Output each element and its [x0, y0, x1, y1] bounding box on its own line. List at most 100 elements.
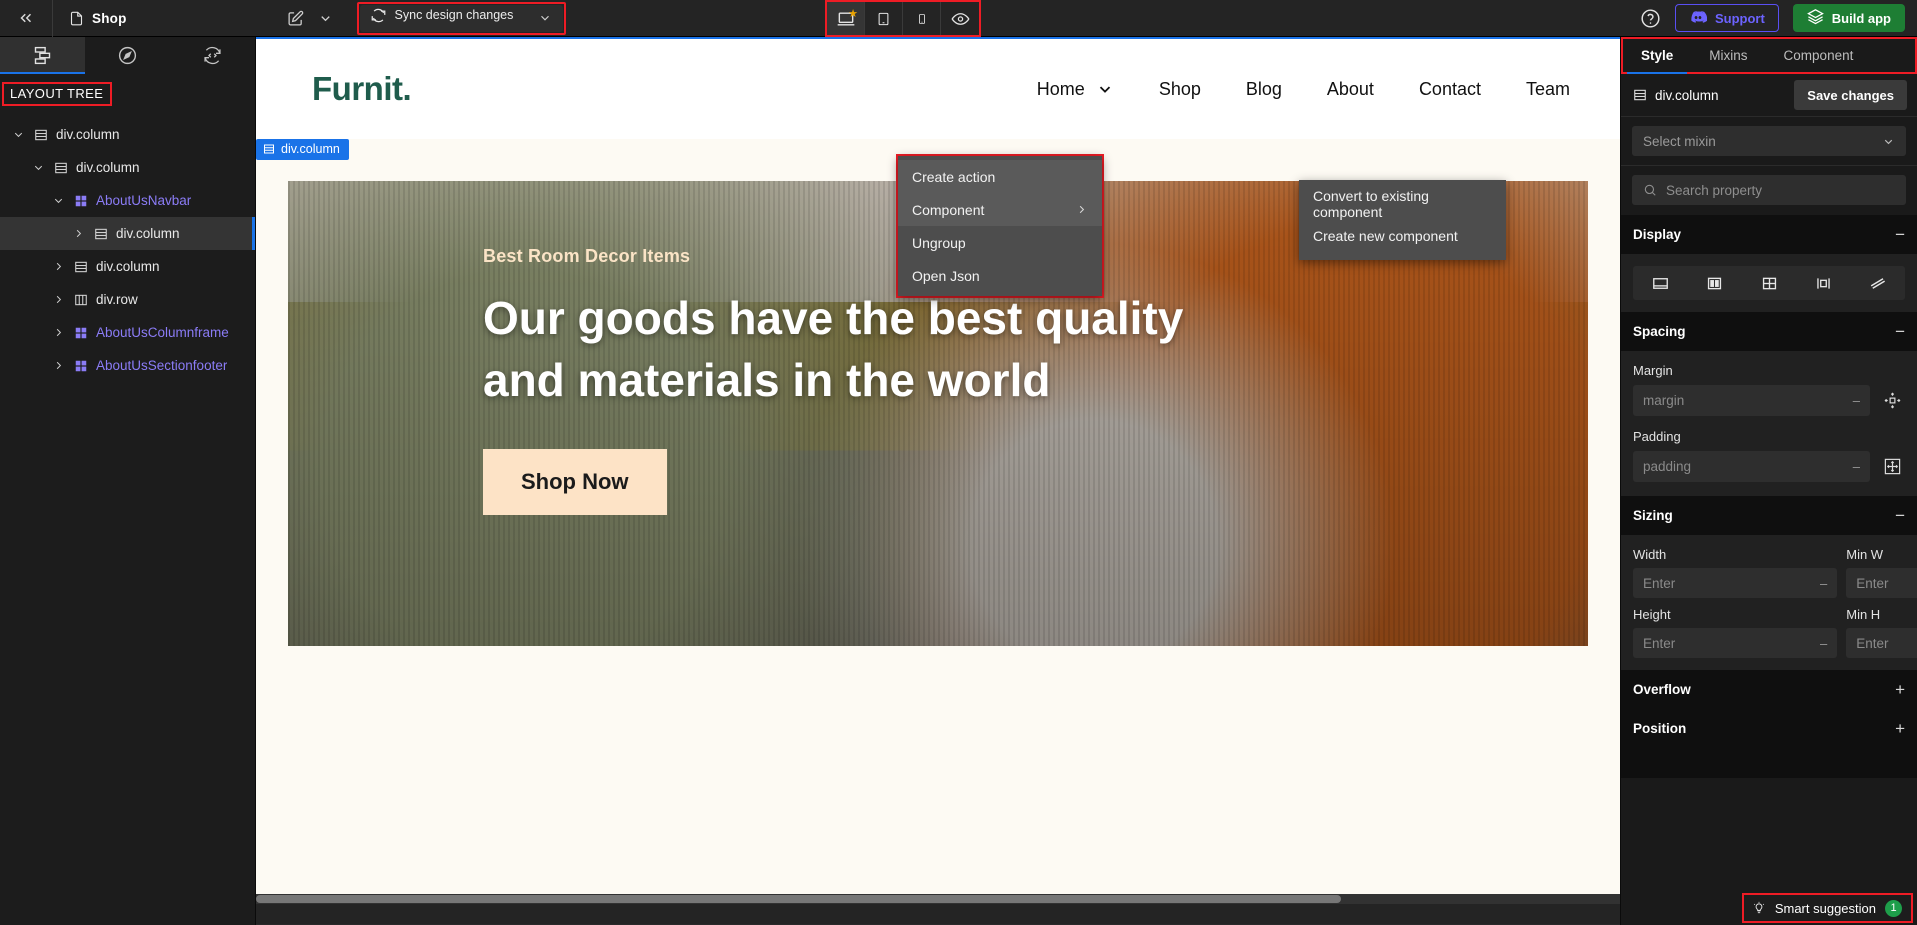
- position-section-title: Position: [1633, 721, 1687, 736]
- collapse-sidebar-button[interactable]: [0, 0, 52, 37]
- tab-mixins[interactable]: Mixins: [1691, 39, 1765, 72]
- columns-icon: [75, 294, 87, 305]
- section-header-sizing[interactable]: Sizing −: [1621, 496, 1917, 535]
- tab-component[interactable]: Component: [1766, 39, 1872, 72]
- display-collapse-toggle[interactable]: −: [1895, 226, 1905, 243]
- site-nav-link-team[interactable]: Team: [1526, 79, 1570, 100]
- build-app-button[interactable]: Build app: [1792, 4, 1905, 32]
- style-properties-scroll[interactable]: Display − Spacing − Margin margin – Padd…: [1621, 215, 1917, 925]
- search-property-box[interactable]: [1632, 175, 1906, 205]
- right-panel-tabs[interactable]: Style Mixins Component: [1623, 39, 1915, 74]
- tree-node-div-column[interactable]: div.column: [0, 217, 255, 250]
- context-menu-item-create-action[interactable]: Create action: [898, 160, 1102, 193]
- support-button[interactable]: Support: [1674, 4, 1779, 32]
- scrollbar-thumb[interactable]: [256, 895, 1341, 903]
- context-menu-item-open-json[interactable]: Open Json: [898, 259, 1102, 292]
- tree-node-aboutusnavbar[interactable]: AboutUsNavbar: [0, 184, 255, 217]
- tree-node-aboutuscolumnframe[interactable]: AboutUsColumnframe: [0, 316, 255, 349]
- padding-input[interactable]: [1643, 459, 1853, 474]
- context-menu[interactable]: Create action Component Ungroup Open Json: [898, 156, 1102, 296]
- sizing-input[interactable]: [1856, 635, 1917, 651]
- device-desktop-button[interactable]: ★: [827, 2, 865, 35]
- chevron-down-icon[interactable]: [30, 161, 46, 174]
- tree-node-div-column[interactable]: div.column: [0, 151, 255, 184]
- device-mobile-button[interactable]: [903, 2, 941, 35]
- rows-icon: [1633, 88, 1647, 102]
- padding-label: Padding: [1633, 429, 1681, 444]
- section-header-overflow[interactable]: Overflow +: [1621, 670, 1917, 709]
- component-submenu[interactable]: Convert to existing component Create new …: [1299, 180, 1506, 260]
- sizing-collapse-toggle[interactable]: −: [1895, 507, 1905, 524]
- device-preview-button[interactable]: [941, 2, 979, 35]
- canvas-horizontal-scrollbar[interactable]: [256, 894, 1620, 904]
- overflow-expand-toggle[interactable]: +: [1895, 681, 1905, 698]
- site-nav-link-blog[interactable]: Blog: [1246, 79, 1282, 100]
- sizing-input-wrap[interactable]: –: [1846, 628, 1917, 658]
- pencil-square-icon[interactable]: [287, 10, 304, 27]
- padding-input-wrap[interactable]: –: [1633, 451, 1870, 482]
- submenu-item-convert-to-existing-component[interactable]: Convert to existing component: [1299, 188, 1506, 220]
- sizing-input[interactable]: [1643, 635, 1820, 651]
- context-menu-highlight: Create action Component Ungroup Open Json: [896, 154, 1104, 298]
- chevron-right-icon[interactable]: [50, 293, 66, 306]
- question-circle-icon[interactable]: [1640, 8, 1661, 29]
- sizing-input-wrap[interactable]: –: [1633, 628, 1838, 658]
- tree-node-div-row[interactable]: div.row: [0, 283, 255, 316]
- display-flex-button[interactable]: [1687, 266, 1741, 300]
- tab-code[interactable]: [170, 37, 255, 74]
- site-nav-link-about[interactable]: About: [1327, 79, 1374, 100]
- display-none-button[interactable]: [1851, 266, 1905, 300]
- chevron-down-icon[interactable]: [318, 11, 333, 26]
- display-block-button[interactable]: [1633, 266, 1687, 300]
- site-nav-link-contact[interactable]: Contact: [1419, 79, 1481, 100]
- context-menu-item-ungroup[interactable]: Ungroup: [898, 226, 1102, 259]
- sizing-input-wrap[interactable]: –: [1633, 568, 1838, 598]
- tree-node-div-column[interactable]: div.column: [0, 250, 255, 283]
- select-mixin-dropdown[interactable]: Select mixin: [1632, 126, 1906, 156]
- tab-layers[interactable]: [0, 37, 85, 74]
- padding-expand-icon[interactable]: [1879, 457, 1905, 476]
- margin-input-wrap[interactable]: –: [1633, 385, 1870, 416]
- display-inline-block-button[interactable]: [1796, 266, 1850, 300]
- search-icon: [1643, 183, 1657, 197]
- chevron-right-icon[interactable]: [50, 359, 66, 372]
- context-menu-item-component[interactable]: Component: [898, 193, 1102, 226]
- chevron-down-icon[interactable]: [10, 128, 26, 141]
- search-property-input[interactable]: [1666, 182, 1895, 198]
- sizing-input-wrap[interactable]: –: [1846, 568, 1917, 598]
- display-grid-button[interactable]: [1742, 266, 1796, 300]
- position-expand-toggle[interactable]: +: [1895, 720, 1905, 737]
- chevron-right-icon[interactable]: [50, 260, 66, 273]
- tab-navigator[interactable]: [85, 37, 170, 74]
- section-header-spacing[interactable]: Spacing −: [1621, 312, 1917, 351]
- spacing-collapse-toggle[interactable]: −: [1895, 323, 1905, 340]
- chevron-down-icon[interactable]: [50, 194, 66, 207]
- tab-style[interactable]: Style: [1623, 39, 1691, 74]
- site-nav-link-shop[interactable]: Shop: [1159, 79, 1201, 100]
- site-nav-link-home[interactable]: Home: [1037, 79, 1114, 100]
- chevron-right-icon[interactable]: [50, 326, 66, 339]
- shop-now-button[interactable]: Shop Now: [483, 449, 667, 516]
- chevron-down-icon[interactable]: [538, 11, 552, 25]
- sync-design-changes-button[interactable]: Sync design changes: [359, 4, 564, 32]
- site-navbar[interactable]: Furnit. Home Shop Blog About Contact Team: [256, 39, 1620, 139]
- save-changes-button[interactable]: Save changes: [1794, 80, 1907, 110]
- rows-icon: [74, 260, 88, 274]
- tree-node-aboutussectionfooter[interactable]: AboutUsSectionfooter: [0, 349, 255, 382]
- margin-expand-icon[interactable]: [1879, 391, 1905, 410]
- smart-suggestion-button[interactable]: Smart suggestion 1: [1743, 895, 1911, 921]
- device-tablet-button[interactable]: [865, 2, 903, 35]
- tree-node-div-column[interactable]: div.column: [0, 118, 255, 151]
- margin-input[interactable]: [1643, 393, 1853, 408]
- section-header-partial[interactable]: [1621, 748, 1917, 778]
- sizing-input[interactable]: [1643, 575, 1820, 591]
- sizing-input[interactable]: [1856, 575, 1917, 591]
- canvas-selection-badge[interactable]: div.column: [256, 139, 349, 160]
- layout-tree[interactable]: div.column div.column AboutUsNavbar div.col…: [0, 110, 255, 925]
- submenu-item-create-new-component[interactable]: Create new component: [1299, 220, 1506, 252]
- page-selector[interactable]: Shop: [53, 0, 137, 37]
- chevron-right-icon[interactable]: [70, 227, 86, 240]
- section-header-display[interactable]: Display −: [1621, 215, 1917, 254]
- section-header-position[interactable]: Position +: [1621, 709, 1917, 748]
- design-canvas[interactable]: Furnit. Home Shop Blog About Contact Team div…: [256, 37, 1620, 925]
